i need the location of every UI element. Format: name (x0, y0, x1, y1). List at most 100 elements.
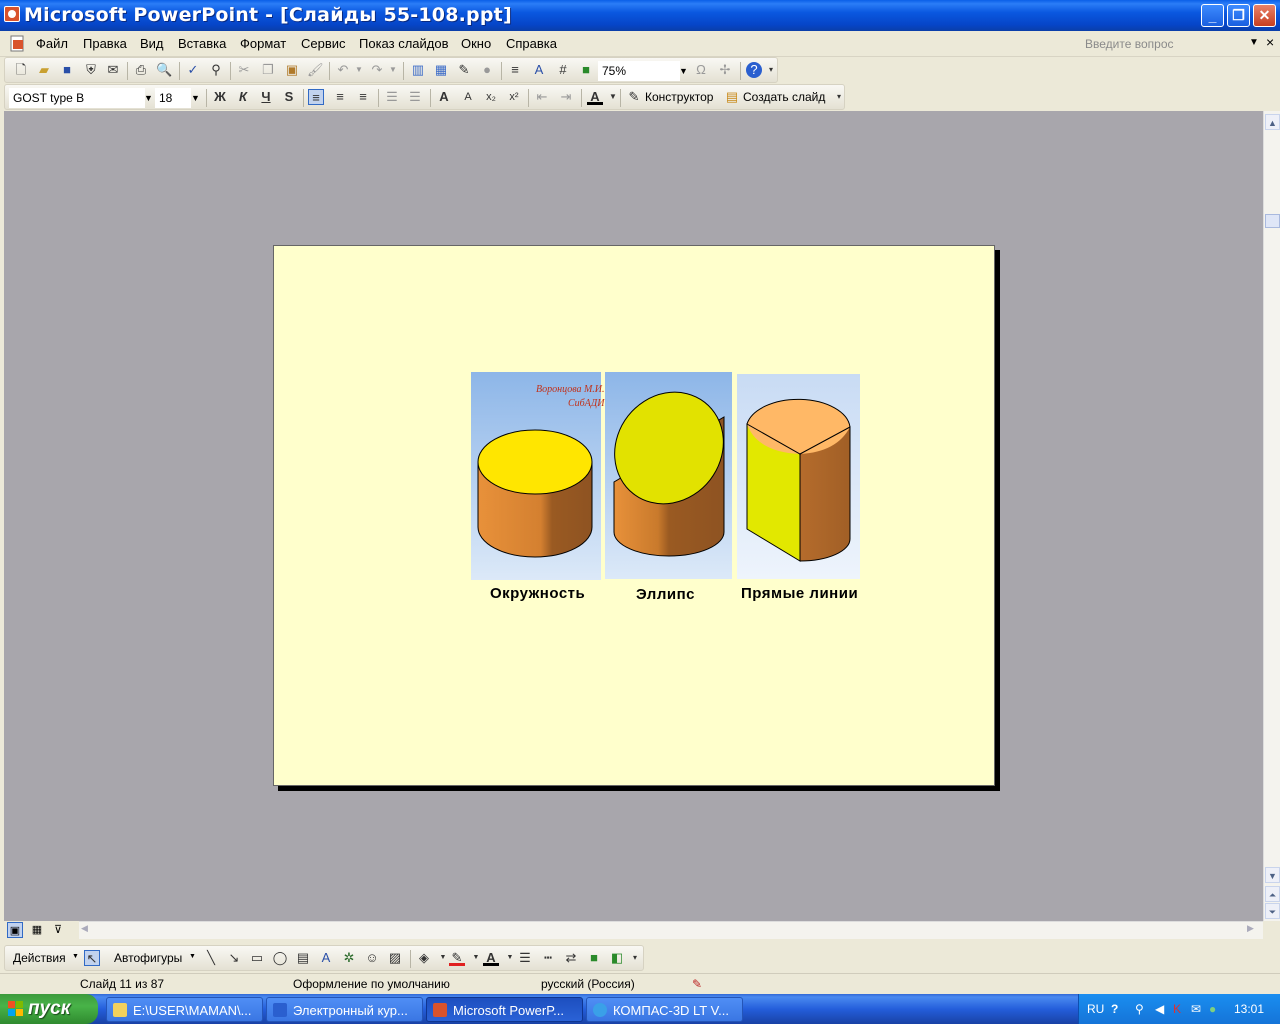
new-slide-button[interactable]: Создать слайд (743, 90, 825, 104)
format-painter-icon[interactable]: 🖌 (307, 62, 324, 78)
menu-tools[interactable]: Сервис (301, 36, 346, 51)
line-icon[interactable]: ╲ (203, 950, 219, 966)
menu-window[interactable]: Окно (461, 36, 491, 51)
oval-icon[interactable]: ◯ (272, 950, 288, 966)
start-button[interactable]: пуск (0, 994, 98, 1024)
cut-icon[interactable]: ✂ (236, 62, 252, 78)
wordart-icon[interactable]: A (318, 950, 334, 966)
bullets-icon[interactable]: ☰ (407, 89, 423, 105)
menu-insert[interactable]: Вставка (178, 36, 226, 51)
designer-button[interactable]: Конструктор (645, 90, 713, 104)
numbering-icon[interactable]: ☰ (384, 89, 400, 105)
subscript-icon[interactable]: x₂ (483, 89, 499, 105)
dash-style-icon[interactable]: ┅ (540, 950, 556, 966)
next-slide-icon[interactable]: ⏷ (1265, 903, 1280, 919)
chevron-down-icon[interactable]: ▼ (468, 950, 484, 966)
print-preview-icon[interactable]: 🔍 (156, 62, 172, 78)
back-icon[interactable]: ◀ (1155, 1002, 1164, 1016)
menu-file[interactable]: Файл (36, 36, 68, 51)
chevron-down-icon[interactable]: ▼ (351, 62, 367, 78)
line-style-icon[interactable]: ☰ (517, 950, 533, 966)
chevron-down-icon[interactable]: ▼ (605, 89, 621, 105)
powerpoint-app-icon[interactable] (4, 6, 20, 22)
scroll-down-icon[interactable]: ▼ (1265, 867, 1280, 883)
paste-icon[interactable]: ▣ (284, 62, 300, 78)
menu-edit[interactable]: Правка (83, 36, 127, 51)
symbol-icon[interactable]: Ω (693, 62, 709, 78)
horizontal-scrollbar[interactable]: ◀ ▶ (79, 921, 1263, 939)
fill-color-icon[interactable]: ◈ (416, 950, 432, 966)
chevron-down-icon[interactable]: ▼ (144, 88, 153, 108)
vertical-scrollbar[interactable]: ▲ ▼ ⏶ ⏷ (1263, 111, 1280, 921)
copy-icon[interactable]: ❐ (260, 62, 276, 78)
document-close-button[interactable]: × (1266, 34, 1274, 50)
ask-question-input[interactable]: Введите вопрос (1085, 35, 1260, 53)
chevron-down-icon[interactable]: ▼ (679, 61, 688, 81)
slide-sorter-icon[interactable]: ▦ (29, 922, 45, 938)
toolbar-options-icon[interactable]: ▾ (631, 950, 639, 966)
chevron-down-icon[interactable]: ▼ (191, 88, 200, 108)
permission-icon[interactable]: ⛨ (83, 62, 99, 78)
font-color-icon[interactable]: A (483, 950, 499, 966)
task-kompas[interactable]: КОМПАС-3D LT V... (586, 997, 743, 1022)
scroll-right-icon[interactable]: ▶ (1247, 923, 1254, 934)
align-right-icon[interactable]: ≡ (355, 89, 371, 105)
scroll-up-icon[interactable]: ▲ (1265, 114, 1280, 130)
spellcheck-status-icon[interactable]: ✎ (692, 977, 702, 991)
superscript-icon[interactable]: x² (506, 89, 522, 105)
scroll-left-icon[interactable]: ◀ (81, 923, 88, 934)
decrease-indent-icon[interactable]: ⇤ (534, 89, 550, 105)
new-slide-icon[interactable]: ▤ (724, 89, 740, 105)
shrink-font-icon[interactable]: A (460, 89, 476, 105)
chevron-down-icon[interactable]: ▼ (1249, 37, 1259, 48)
maximize-button[interactable]: ❐ (1227, 4, 1250, 27)
undo-icon[interactable]: ↶ (335, 62, 351, 78)
clock[interactable]: 13:01 (1234, 1002, 1264, 1016)
picture-icon[interactable]: ▨ (387, 950, 403, 966)
mail-icon[interactable]: ✉ (1191, 1002, 1201, 1016)
open-folder-icon[interactable]: ▰ (36, 62, 52, 78)
previous-slide-icon[interactable]: ⏶ (1265, 886, 1280, 902)
chevron-down-icon[interactable]: ▼ (385, 62, 401, 78)
toolbar-options-icon[interactable]: ▾ (835, 89, 843, 105)
scroll-thumb[interactable] (1265, 214, 1280, 228)
align-center-icon[interactable]: ≡ (332, 89, 348, 105)
close-button[interactable]: ✕ (1253, 4, 1276, 27)
new-file-icon[interactable]: 🗋 (13, 62, 29, 78)
help-icon[interactable]: ? (746, 62, 762, 78)
arrow-icon[interactable]: ↘ (226, 950, 242, 966)
menu-format[interactable]: Формат (240, 36, 286, 51)
textbox-icon[interactable]: ▤ (295, 950, 311, 966)
arrow-style-icon[interactable]: ⇄ (563, 950, 579, 966)
normal-view-icon[interactable]: ▣ (7, 922, 23, 938)
italic-button[interactable]: К (235, 89, 251, 105)
chevron-down-icon[interactable]: ▼ (189, 953, 196, 960)
shadow-button[interactable]: S (281, 89, 297, 105)
show-grid-icon[interactable]: # (555, 62, 571, 78)
spelling-icon[interactable]: ✓ (185, 62, 201, 78)
document-icon[interactable] (9, 35, 27, 53)
chevron-down-icon[interactable]: ▼ (72, 953, 79, 960)
messenger-icon[interactable]: ● (1209, 1002, 1216, 1016)
menu-help[interactable]: Справка (506, 36, 557, 51)
task-explorer[interactable]: E:\USER\MAMAN\... (106, 997, 263, 1022)
rectangle-icon[interactable]: ▭ (249, 950, 265, 966)
font-size-select[interactable]: 18 (155, 88, 191, 108)
slide-show-icon[interactable]: ⊽ (50, 922, 66, 938)
print-icon[interactable]: ⎙ (133, 62, 149, 78)
slide-canvas[interactable]: Воронцова М.И. СибАДИ Окружность Эллипс … (273, 245, 995, 786)
tables-borders-icon[interactable]: ✎ (456, 62, 472, 78)
clipart-icon[interactable]: ☺ (364, 950, 380, 966)
grow-font-icon[interactable]: A (436, 89, 452, 105)
expand-all-icon[interactable]: ≡ (507, 62, 523, 78)
language-indicator[interactable]: RU (1087, 1002, 1104, 1016)
underline-button[interactable]: Ч (258, 89, 274, 105)
font-select[interactable]: GOST type B (9, 88, 145, 108)
redo-icon[interactable]: ↷ (369, 62, 385, 78)
ink-icon[interactable]: ✢ (717, 62, 733, 78)
zoom-select[interactable]: 75% (598, 61, 680, 81)
line-color-icon[interactable]: ✎ (449, 950, 465, 966)
actions-menu[interactable]: Действия (13, 951, 66, 965)
cylinder-ellipse-section-image[interactable] (605, 372, 732, 579)
task-powerpoint[interactable]: Microsoft PowerP... (426, 997, 583, 1022)
